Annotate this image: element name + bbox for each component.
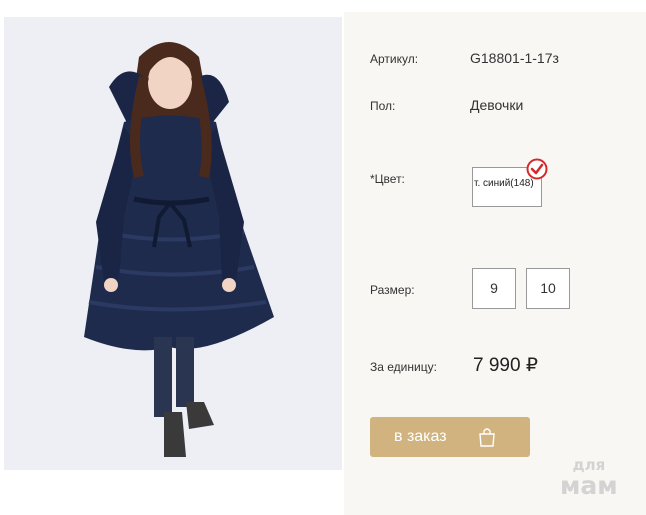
color-label: *Цвет: — [370, 172, 405, 186]
add-to-order-button[interactable]: в заказ — [370, 417, 530, 457]
article-label: Артикул: — [370, 52, 419, 66]
shopping-bag-icon — [479, 428, 495, 447]
size-option-10[interactable]: 10 — [526, 268, 570, 309]
article-value: G18801-1-17з — [470, 50, 559, 66]
product-details-panel: Артикул: G18801-1-17з Пол: Девочки *Цвет… — [344, 12, 646, 515]
add-to-order-label: в заказ — [394, 428, 447, 445]
size-label: Размер: — [370, 283, 415, 297]
product-image — [4, 17, 342, 470]
watermark-line2: мам — [560, 471, 618, 500]
price-label: За единицу: — [370, 360, 437, 374]
color-option-label: т. синий(148) — [474, 178, 534, 189]
product-photo — [4, 17, 342, 470]
selected-check-icon — [526, 158, 548, 180]
price-value: 7 990 ₽ — [473, 355, 538, 376]
gender-value: Девочки — [470, 97, 524, 113]
watermark-logo: для мам — [560, 458, 618, 500]
gender-label: Пол: — [370, 99, 396, 113]
size-option-9[interactable]: 9 — [472, 268, 516, 309]
